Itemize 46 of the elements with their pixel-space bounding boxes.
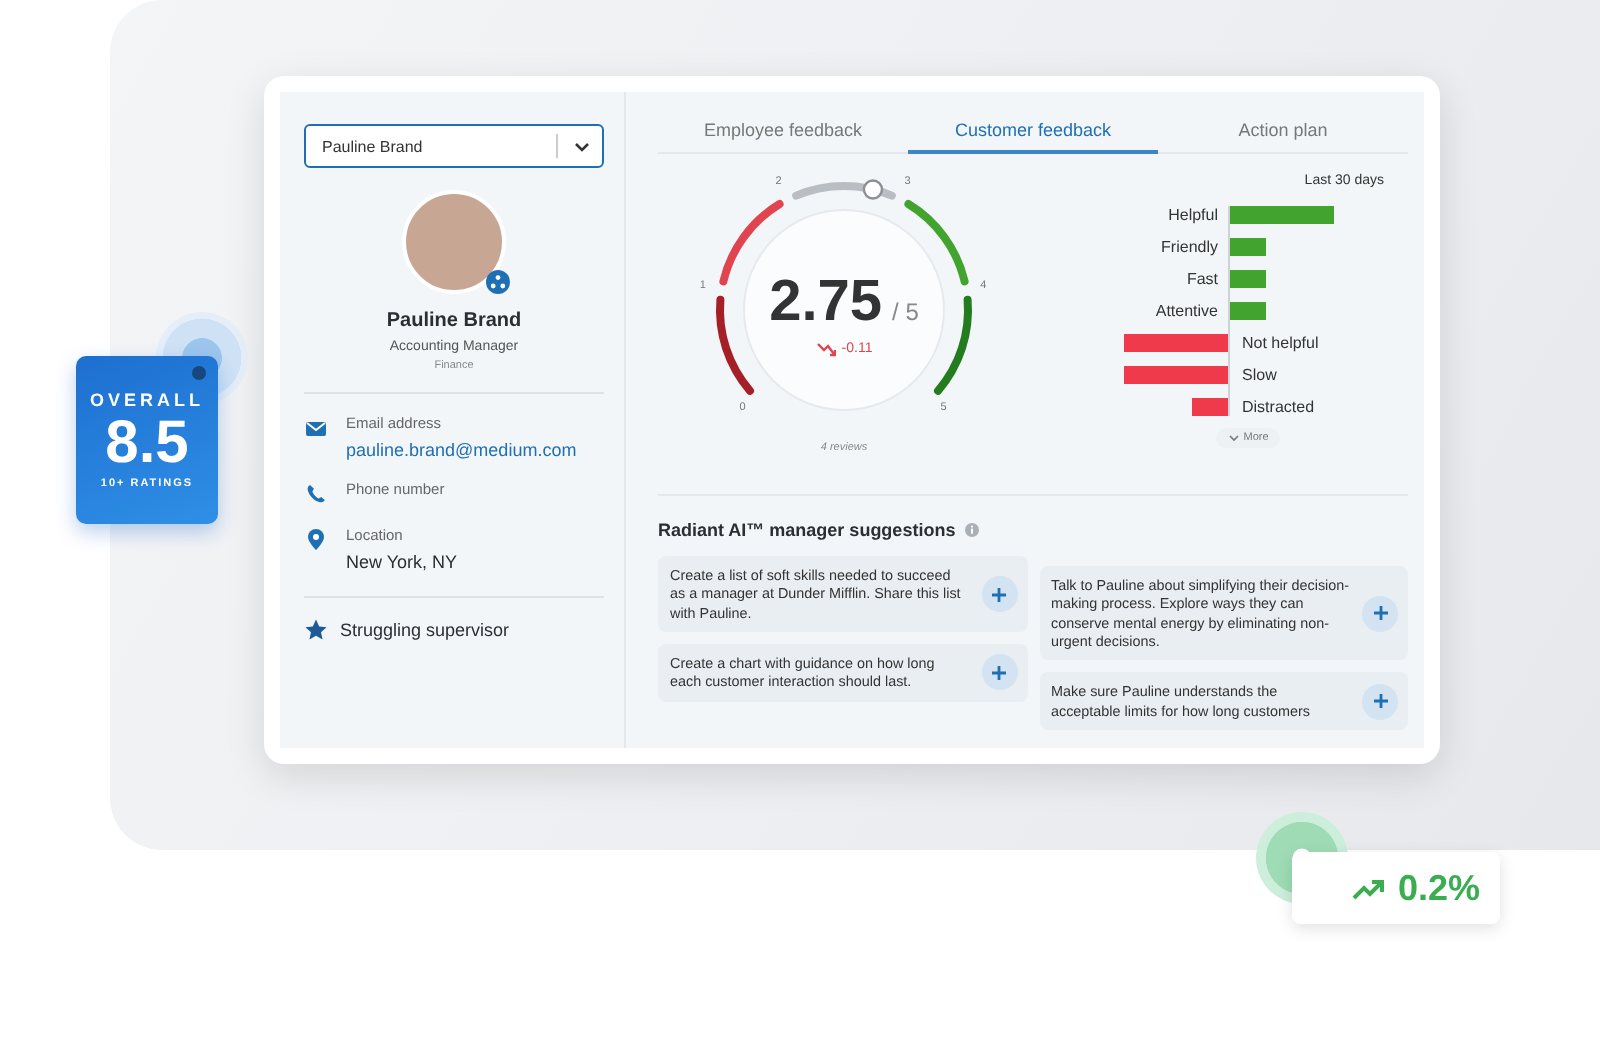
section-title: Radiant AI™ manager suggestions: [658, 520, 956, 540]
photo-placeholder: [402, 190, 506, 294]
rating-max: / 5: [892, 298, 919, 326]
tab[interactable]: Employee feedback: [658, 108, 908, 154]
overall-label: OVERALL: [89, 390, 204, 410]
plus-icon: [1371, 604, 1389, 623]
trait-label: Attentive: [1153, 302, 1220, 320]
chevron-down-icon: [1227, 432, 1240, 444]
trend-down-icon: [815, 340, 836, 358]
growth-value: 0.2%: [1397, 867, 1480, 909]
trait-bar: [1230, 270, 1266, 288]
trait-bar: [1230, 206, 1334, 224]
overall-score: 8.5: [105, 414, 189, 474]
trait-bar: [1230, 238, 1266, 256]
tab[interactable]: Customer feedback: [908, 108, 1158, 154]
status-label: Struggling supervisor: [340, 620, 510, 640]
plus-icon: [990, 663, 1008, 682]
email-link[interactable]: pauline.brand@medium.com: [346, 440, 577, 460]
trait-bar: [1192, 398, 1228, 416]
add-button[interactable]: [981, 654, 1017, 691]
employee-name: Pauline Brand: [384, 310, 524, 332]
star-icon: [304, 618, 328, 642]
envelope-icon: [304, 416, 328, 440]
status-dot: [192, 366, 206, 380]
plus-icon: [990, 585, 1008, 604]
add-button[interactable]: [1362, 595, 1398, 632]
org-chart-icon: [486, 270, 510, 294]
rating-score: 2.75: [769, 270, 883, 336]
add-button[interactable]: [1362, 683, 1398, 720]
phone-icon: [304, 482, 328, 506]
trait-label: Distracted: [1240, 398, 1317, 416]
trait-label: Friendly: [1159, 238, 1220, 256]
add-button[interactable]: [981, 576, 1017, 613]
contact-value: New York, NY: [346, 552, 458, 572]
tab[interactable]: Action plan: [1158, 108, 1408, 154]
location-pin-icon: [304, 528, 328, 552]
plus-icon: [1371, 692, 1389, 711]
trait-bar: [1124, 366, 1228, 384]
trait-label: Slow: [1240, 366, 1279, 384]
trait-bar: [1124, 334, 1228, 352]
info-icon: [963, 522, 980, 538]
profile-dropdown[interactable]: Pauline Brand: [304, 124, 604, 168]
trait-label: Helpful: [1166, 206, 1220, 224]
trait-bar: [1230, 302, 1266, 320]
trait-label: Fast: [1184, 270, 1220, 288]
trait-label: Not helpful: [1240, 334, 1321, 352]
